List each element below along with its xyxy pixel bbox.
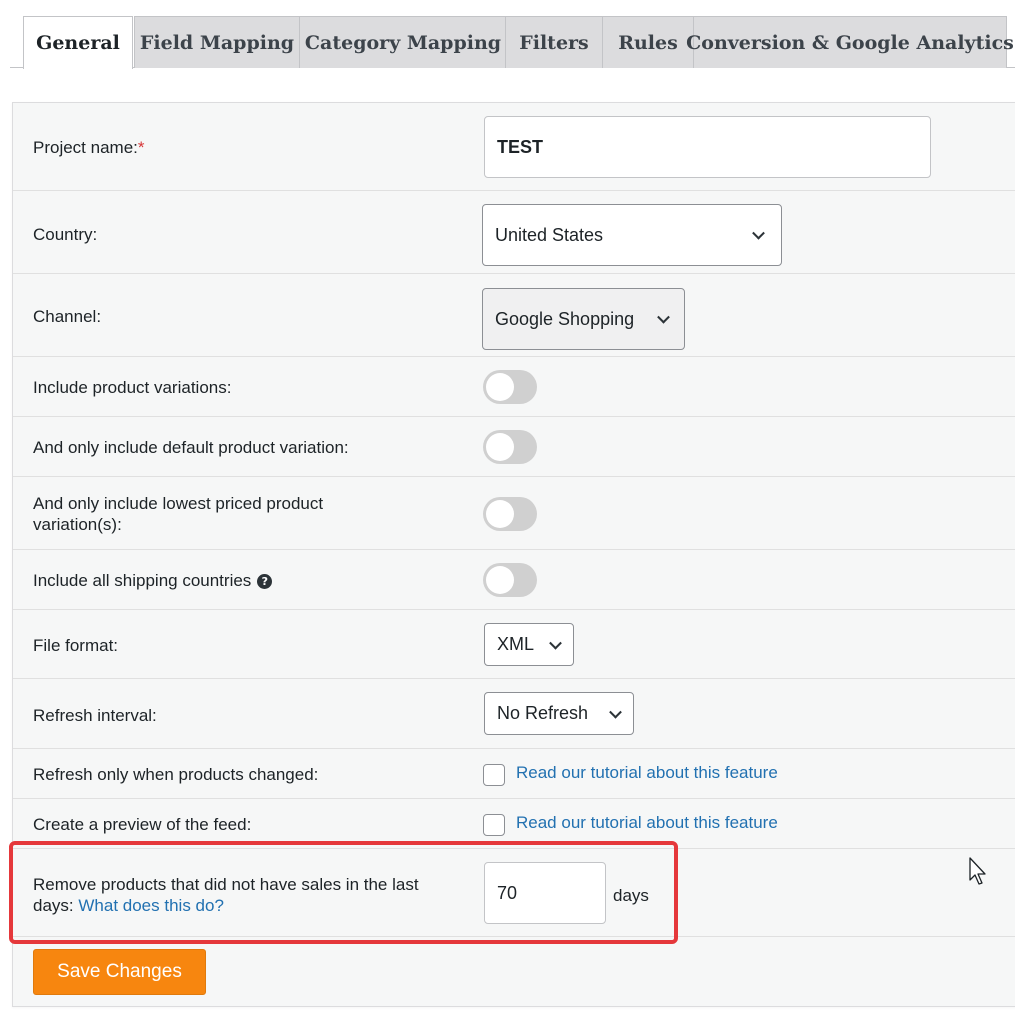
refresh-interval-row: Refresh interval: No Refresh (13, 679, 1015, 749)
preview-label: Create a preview of the feed: (33, 815, 252, 834)
shipping-countries-label: Include all shipping countries? (33, 570, 273, 591)
file-format-value: XML (497, 634, 535, 654)
tab-filters[interactable]: Filters (505, 16, 603, 68)
tab-general[interactable]: General (23, 16, 133, 69)
general-settings-panel: Project name:* Country: United States Ch… (12, 102, 1015, 1007)
refresh-changed-checkbox[interactable] (483, 764, 505, 786)
refresh-interval-select[interactable]: No Refresh (484, 692, 634, 735)
tab-label: Rules (618, 31, 678, 54)
tab-label: Filters (519, 31, 589, 54)
refresh-interval-value: No Refresh (497, 703, 589, 723)
remove-days-input[interactable] (484, 862, 606, 924)
default-variation-row: And only include default product variati… (13, 417, 1015, 477)
channel-value: Google Shopping (495, 308, 635, 329)
include-variations-row: Include product variations: (13, 357, 1015, 417)
country-value: United States (495, 224, 604, 245)
chevron-down-icon (657, 310, 670, 324)
include-variations-toggle[interactable] (483, 370, 537, 404)
required-mark: * (137, 138, 145, 157)
tab-conversion-google-analytics[interactable]: Conversion & Google Analytics (686, 16, 1014, 68)
what-does-this-do-link[interactable]: What does this do? (78, 896, 224, 915)
file-format-select[interactable]: XML (484, 623, 574, 666)
tab-label: Conversion & Google Analytics (686, 31, 1014, 54)
tab-label: General (36, 32, 120, 54)
tab-bar: General Field Mapping Category Mapping F… (10, 16, 1015, 69)
lowest-priced-row: And only include lowest priced product v… (13, 477, 1015, 550)
file-format-row: File format: XML (13, 610, 1015, 679)
toggle-knob (486, 500, 514, 528)
tab-label: Category Mapping (304, 31, 502, 54)
channel-row: Channel: Google Shopping (13, 274, 1015, 357)
preview-tutorial-link[interactable]: Read our tutorial about this feature (516, 812, 778, 833)
refresh-interval-label: Refresh interval: (33, 706, 157, 725)
tab-rules[interactable]: Rules (602, 16, 694, 68)
refresh-changed-row: Refresh only when products changed: Read… (13, 749, 1015, 799)
file-format-label: File format: (33, 636, 119, 655)
refresh-changed-label: Refresh only when products changed: (33, 765, 319, 784)
tab-field-mapping[interactable]: Field Mapping (134, 16, 300, 68)
chevron-down-icon (609, 705, 622, 719)
tab-category-mapping[interactable]: Category Mapping (299, 16, 507, 68)
project-name-label: Project name:* (33, 138, 145, 157)
country-select[interactable]: United States (482, 204, 782, 266)
shipping-countries-toggle[interactable] (483, 563, 537, 597)
preview-row: Create a preview of the feed: Read our t… (13, 799, 1015, 849)
lowest-priced-toggle[interactable] (483, 497, 537, 531)
tab-label: Field Mapping (139, 31, 295, 54)
include-variations-label: Include product variations: (33, 378, 232, 397)
mouse-cursor-icon (969, 857, 986, 885)
project-name-input[interactable] (484, 116, 931, 178)
toggle-knob (486, 566, 514, 594)
project-name-row: Project name:* (13, 103, 1015, 191)
refresh-tutorial-link[interactable]: Read our tutorial about this feature (516, 762, 778, 783)
country-label: Country: (33, 225, 98, 244)
days-unit: days (613, 886, 649, 905)
default-variation-toggle[interactable] (483, 430, 537, 464)
save-changes-button[interactable]: Save Changes (33, 949, 206, 995)
default-variation-label: And only include default product variati… (33, 438, 349, 457)
lowest-priced-label: And only include lowest priced product v… (33, 494, 324, 534)
remove-products-label: Remove products that did not have sales … (33, 875, 419, 915)
shipping-countries-row: Include all shipping countries? (13, 550, 1015, 610)
country-row: Country: United States (13, 191, 1015, 274)
chevron-down-icon (549, 636, 562, 650)
toggle-knob (486, 373, 514, 401)
channel-label: Channel: (33, 307, 102, 326)
question-circle-icon[interactable]: ? (257, 574, 273, 590)
chevron-down-icon (752, 226, 765, 240)
channel-select[interactable]: Google Shopping (482, 288, 685, 350)
preview-checkbox[interactable] (483, 814, 505, 836)
toggle-knob (486, 433, 514, 461)
remove-products-row: Remove products that did not have sales … (13, 849, 1015, 937)
